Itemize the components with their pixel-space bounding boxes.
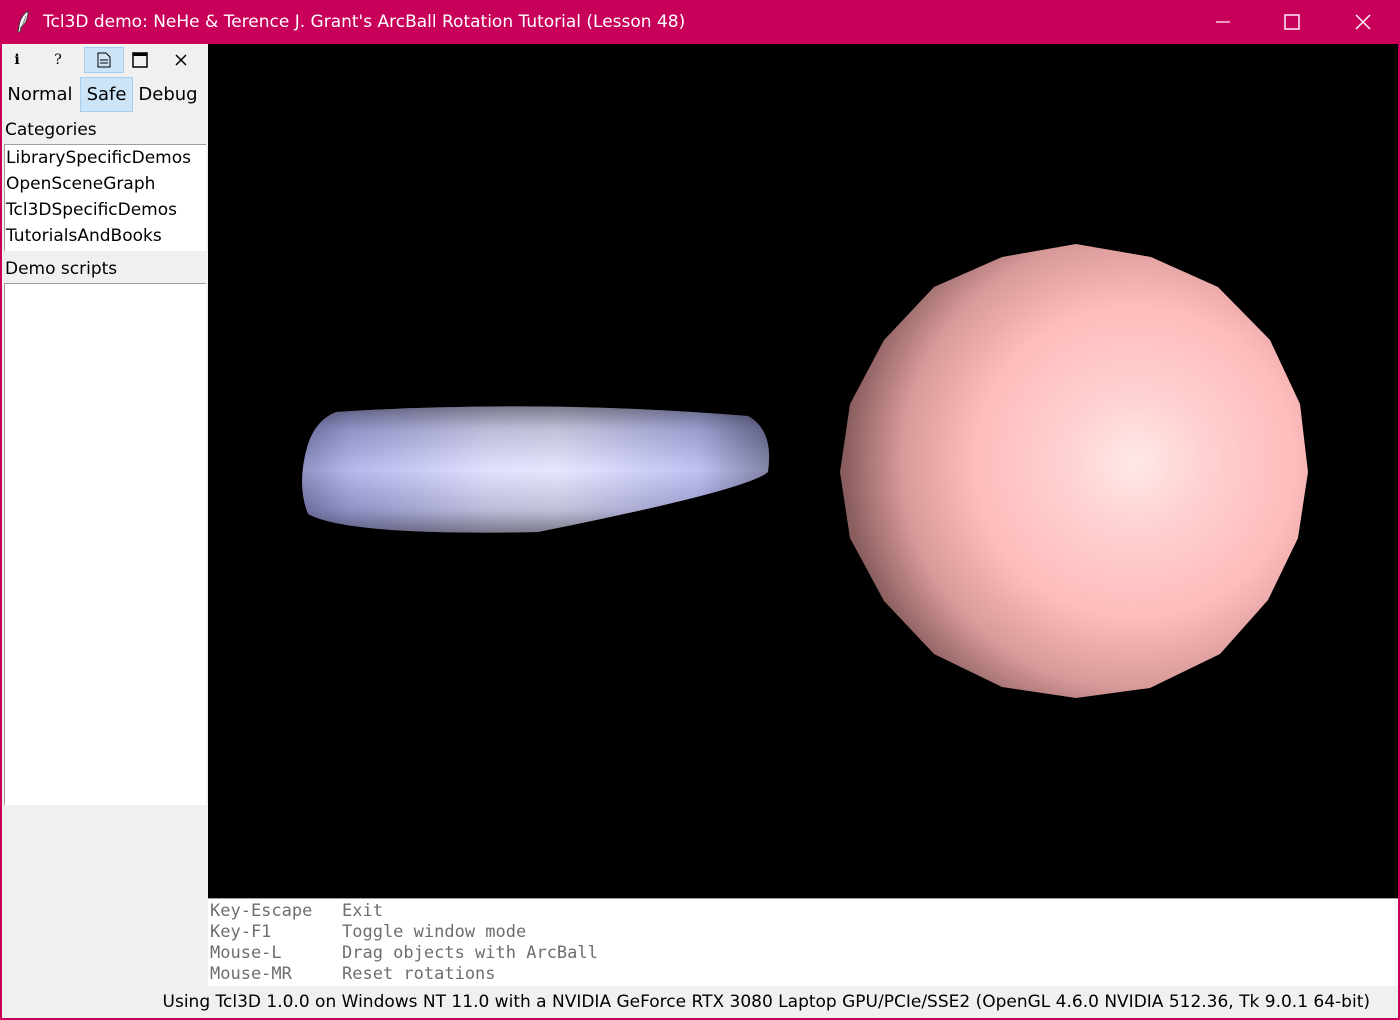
list-item[interactable]: Tcl3DSpecificDemos	[5, 197, 206, 223]
help-icon: ?	[54, 52, 62, 68]
info-button[interactable]: i	[0, 47, 34, 73]
help-key: Key-Escape	[210, 901, 313, 921]
document-icon	[97, 52, 111, 68]
minimize-icon	[1216, 21, 1230, 23]
help-action: Reset rotations	[342, 964, 496, 984]
help-button[interactable]: ?	[41, 47, 75, 73]
toolbar: i ?	[2, 44, 208, 76]
mode-selector: Normal Safe Debug	[2, 76, 208, 112]
help-row: Key-Escape Exit	[210, 901, 383, 922]
minimize-button[interactable]	[1188, 0, 1258, 44]
list-item[interactable]: LibrarySpecificDemos	[5, 145, 206, 171]
help-text-panel: Key-Escape Exit Key-F1 Toggle window mode …	[208, 898, 1398, 986]
help-key: Mouse-L	[210, 943, 282, 963]
left-panel: i ? Normal Safe Debug Categories Library…	[2, 44, 208, 1018]
help-action: Drag objects with ArcBall	[342, 943, 598, 963]
main-content: i ? Normal Safe Debug Categories Library…	[2, 44, 1398, 1018]
status-bar: Using Tcl3D 1.0.0 on Windows NT 11.0 wit…	[163, 986, 1398, 1018]
exit-button[interactable]	[164, 47, 198, 73]
close-icon	[1355, 14, 1371, 30]
categories-list[interactable]: LibrarySpecificDemos OpenSceneGraph Tcl3…	[4, 144, 206, 251]
help-action: Exit	[342, 901, 383, 921]
opengl-canvas[interactable]	[208, 44, 1398, 898]
title-bar[interactable]: Tcl3D demo: NeHe & Terence J. Grant's Ar…	[0, 0, 1400, 44]
close-button[interactable]	[1328, 0, 1398, 44]
help-key: Key-F1	[210, 922, 272, 942]
list-item[interactable]: TutorialsAndBooks	[5, 223, 206, 249]
demo-scripts-label: Demo scripts	[5, 259, 118, 279]
help-key: Mouse-MR	[210, 964, 292, 984]
scene	[302, 244, 1308, 698]
list-item[interactable]: OpenSceneGraph	[5, 171, 206, 197]
app-window: Tcl3D demo: NeHe & Terence J. Grant's Ar…	[0, 0, 1400, 1020]
demo-scripts-list[interactable]	[4, 283, 206, 805]
maximize-icon	[1284, 14, 1300, 30]
view-source-button[interactable]	[84, 47, 124, 73]
help-action: Toggle window mode	[342, 922, 527, 942]
window-title: Tcl3D demo: NeHe & Terence J. Grant's Ar…	[43, 12, 686, 32]
categories-label: Categories	[5, 120, 97, 140]
help-row: Key-F1 Toggle window mode	[210, 922, 526, 943]
window-icon	[132, 52, 148, 68]
maximize-button[interactable]	[1257, 0, 1327, 44]
window-mode-button[interactable]	[123, 47, 157, 73]
help-row: Mouse-L Drag objects with ArcBall	[210, 943, 598, 964]
mode-safe-radio[interactable]: Safe	[80, 77, 133, 112]
torus-shape	[302, 406, 770, 533]
help-row: Mouse-MR Reset rotations	[210, 964, 496, 985]
mode-debug-radio[interactable]: Debug	[137, 77, 199, 112]
sphere-shape	[840, 244, 1308, 698]
feather-icon	[14, 10, 34, 34]
status-text: Using Tcl3D 1.0.0 on Windows NT 11.0 wit…	[162, 992, 1370, 1012]
close-icon	[175, 54, 187, 66]
mode-normal-radio[interactable]: Normal	[5, 77, 75, 112]
info-icon: i	[14, 52, 20, 68]
